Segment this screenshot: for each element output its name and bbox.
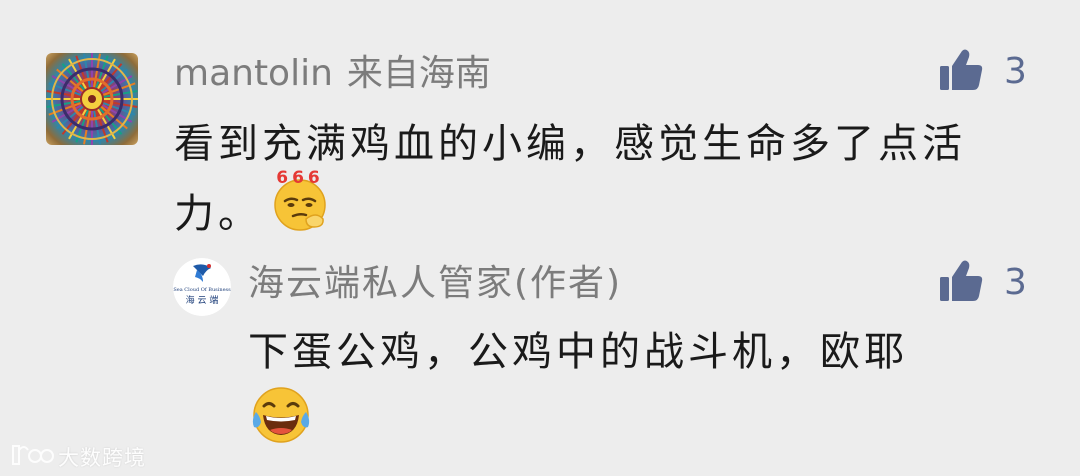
laughing-tears-emoji-icon: [248, 382, 314, 452]
dashu-logo-icon: [10, 442, 54, 472]
reply-author[interactable]: 海云端私人管家(作者): [248, 260, 622, 308]
watermark: 大数跨境: [10, 442, 146, 472]
comment-username[interactable]: mantolin 来自海南: [174, 50, 491, 98]
like-count: 3: [1004, 51, 1027, 92]
reply-avatar[interactable]: Sea Cloud Of Business 海 云 端: [173, 258, 231, 316]
watermark-text: 大数跨境: [58, 446, 146, 470]
reply-like-count: 3: [1004, 262, 1027, 303]
comment-body: 看到充满鸡血的小编，感觉生命多了点活力。 666: [174, 113, 1034, 257]
svg-text:666: 666: [276, 169, 324, 188]
username-text[interactable]: mantolin: [174, 53, 333, 94]
svg-text:海 云 端: 海 云 端: [186, 294, 219, 306]
thumbs-up-icon[interactable]: [938, 48, 984, 96]
thumbs-up-icon[interactable]: [938, 259, 984, 307]
svg-text:Sea Cloud Of Business: Sea Cloud Of Business: [173, 287, 231, 293]
reply-like-button[interactable]: 3: [938, 259, 1027, 307]
comment-card: mantolin 来自海南 3 看到充满鸡血的小编，感觉生命多了点活力。 666: [0, 0, 1080, 476]
reply-text: 下蛋公鸡，公鸡中的战斗机，欧耶: [248, 329, 908, 375]
avatar[interactable]: [46, 53, 138, 145]
location-text: 来自海南: [346, 53, 491, 94]
666-emoji-icon: 666: [268, 168, 332, 251]
like-button[interactable]: 3: [938, 48, 1027, 96]
